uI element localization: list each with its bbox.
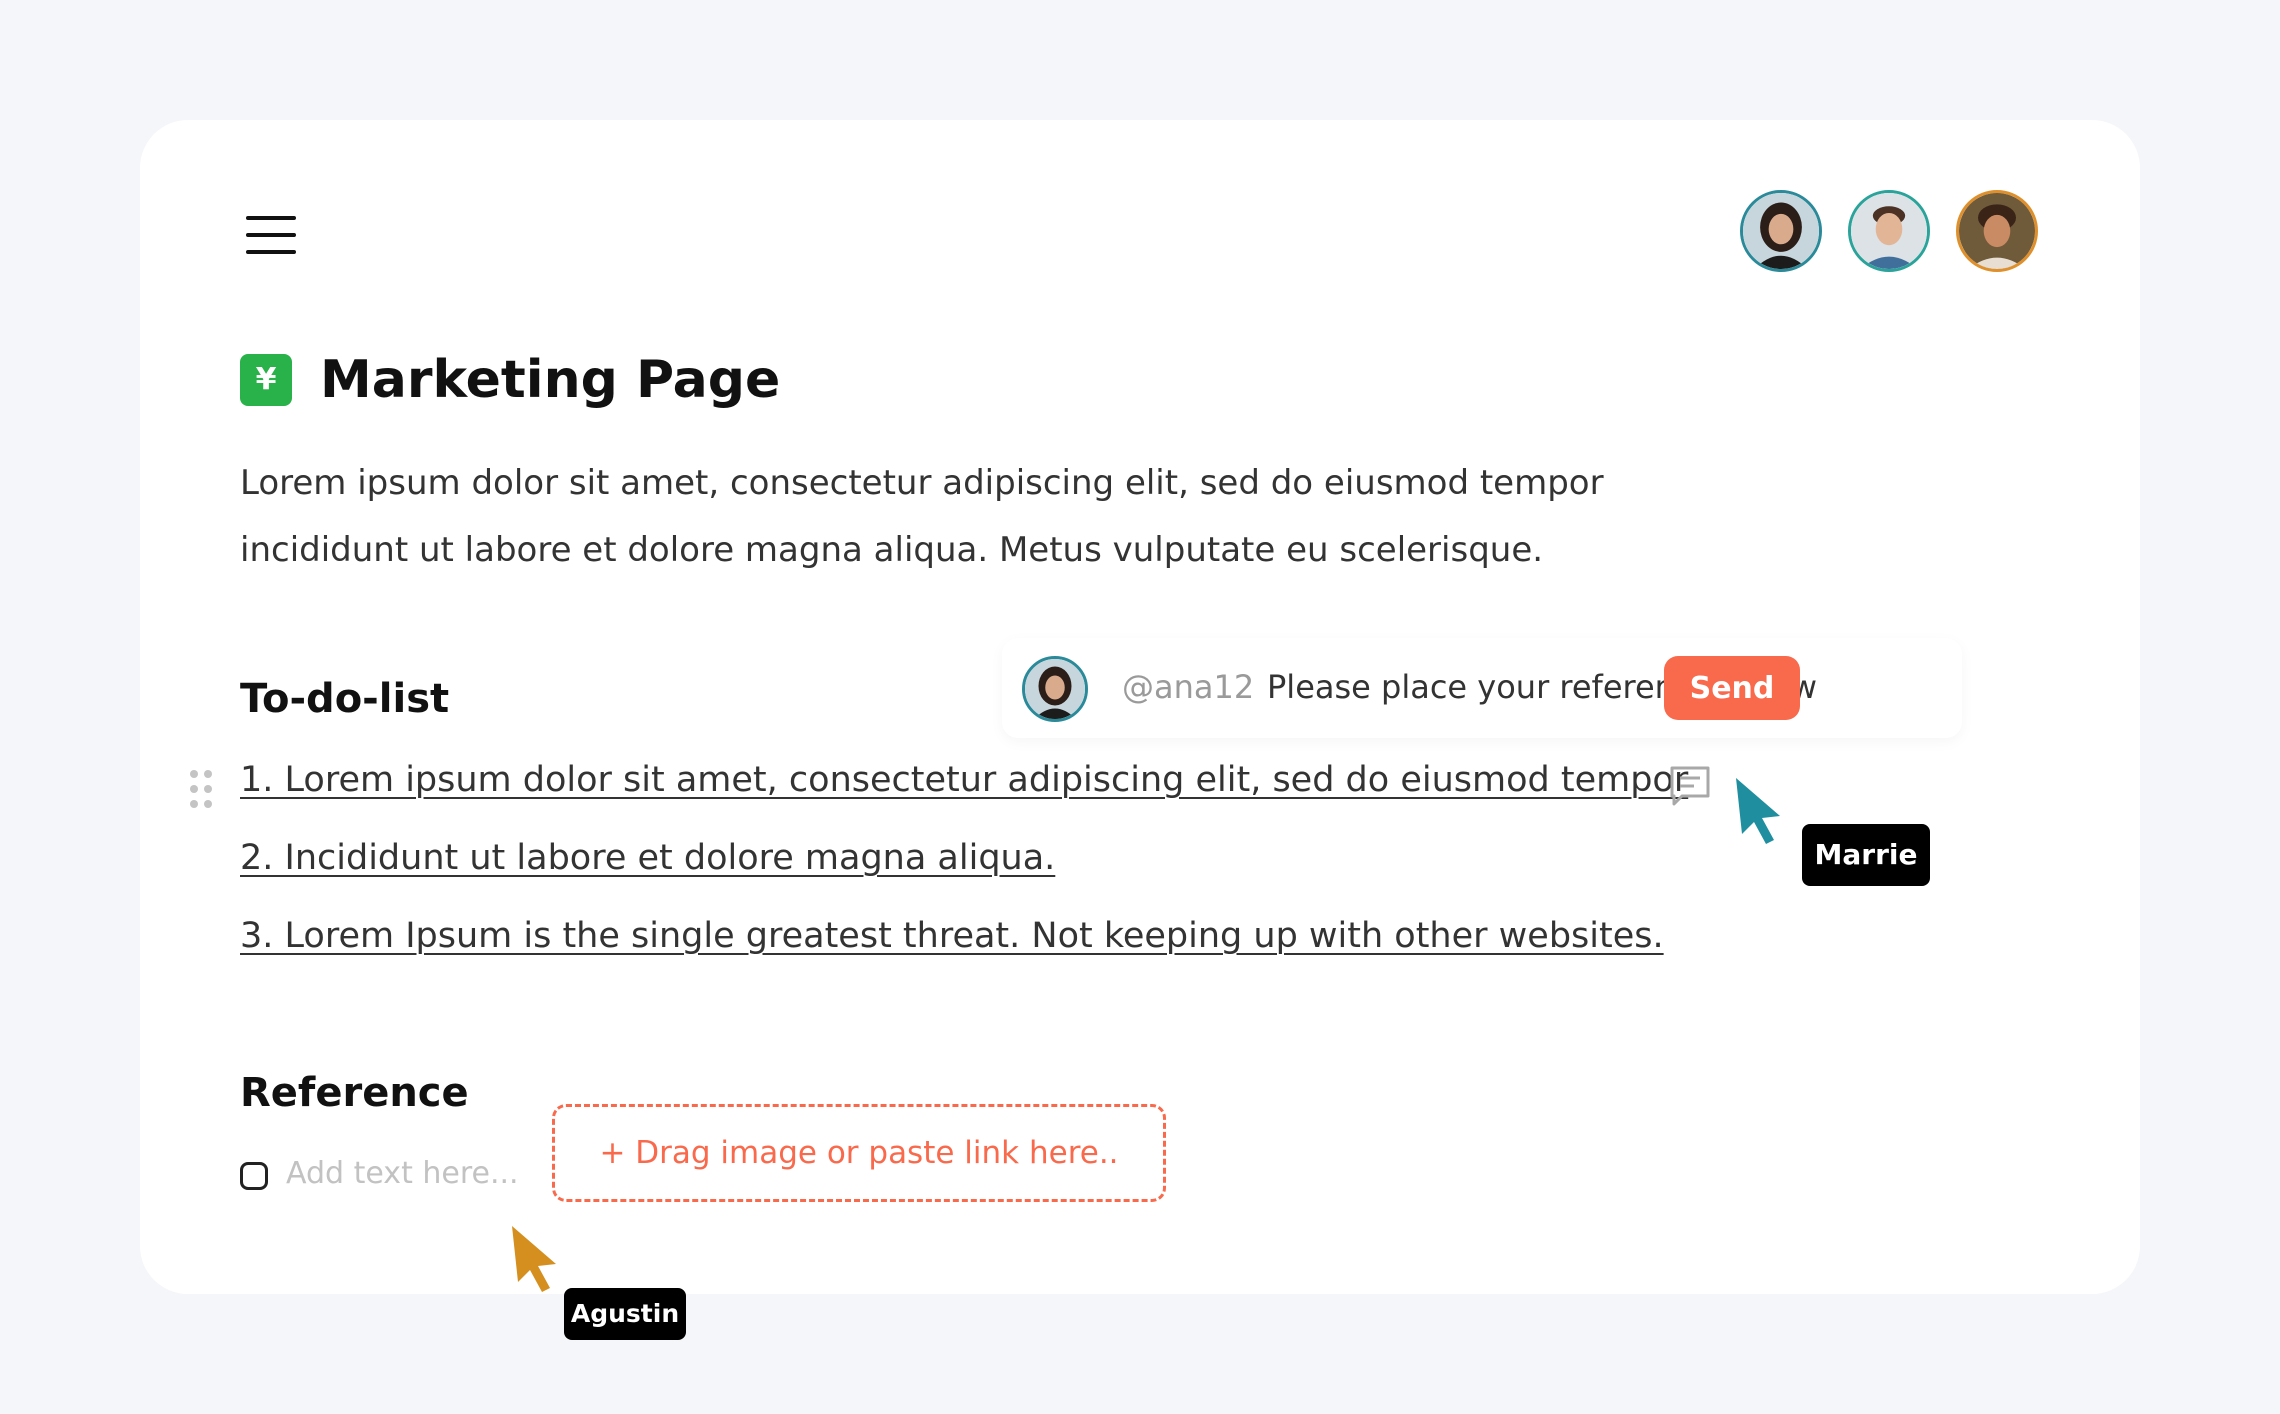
todo-item[interactable]: 1. Lorem ipsum dolor sit amet, consectet…: [240, 760, 1688, 800]
comment-box: @ana12 Please place your reference below…: [1002, 638, 1962, 738]
hamburger-menu-icon[interactable]: [246, 216, 296, 254]
todo-item[interactable]: 2. Incididunt ut labore et dolore magna …: [240, 838, 1055, 878]
reference-checkbox[interactable]: [240, 1162, 268, 1190]
document-card: ¥ Marketing Page Lorem ipsum dolor sit a…: [140, 120, 2140, 1340]
collaborator-cursor-label: Marrie: [1802, 824, 1930, 886]
cursor-pointer-icon: [512, 1226, 556, 1292]
avatar[interactable]: [1956, 190, 2038, 272]
avatar[interactable]: [1848, 190, 1930, 272]
avatar[interactable]: [1740, 190, 1822, 272]
reference-text-input[interactable]: [286, 1156, 526, 1191]
send-button[interactable]: Send: [1664, 656, 1800, 720]
page-title: Marketing Page: [320, 350, 781, 410]
intro-line: Lorem ipsum dolor sit amet, consectetur …: [240, 463, 1604, 503]
todo-heading: To-do-list: [240, 676, 450, 722]
page-intro: Lorem ipsum dolor sit amet, consectetur …: [240, 450, 1740, 584]
intro-line: incididunt ut labore et dolore magna ali…: [240, 530, 1544, 570]
drag-handle-icon[interactable]: [190, 770, 214, 810]
comment-icon[interactable]: [1668, 764, 1712, 808]
collaborator-cursor-label: Agustin: [564, 1288, 686, 1340]
comment-mention[interactable]: @ana12: [1122, 668, 1254, 706]
cursor-pointer-icon: [1736, 778, 1780, 844]
reference-heading: Reference: [240, 1070, 469, 1116]
chart-yen-icon: ¥: [240, 354, 292, 406]
todo-item[interactable]: 3. Lorem Ipsum is the single greatest th…: [240, 916, 1664, 956]
image-dropzone[interactable]: + Drag image or paste link here..: [552, 1104, 1166, 1202]
avatar: [1022, 656, 1088, 722]
